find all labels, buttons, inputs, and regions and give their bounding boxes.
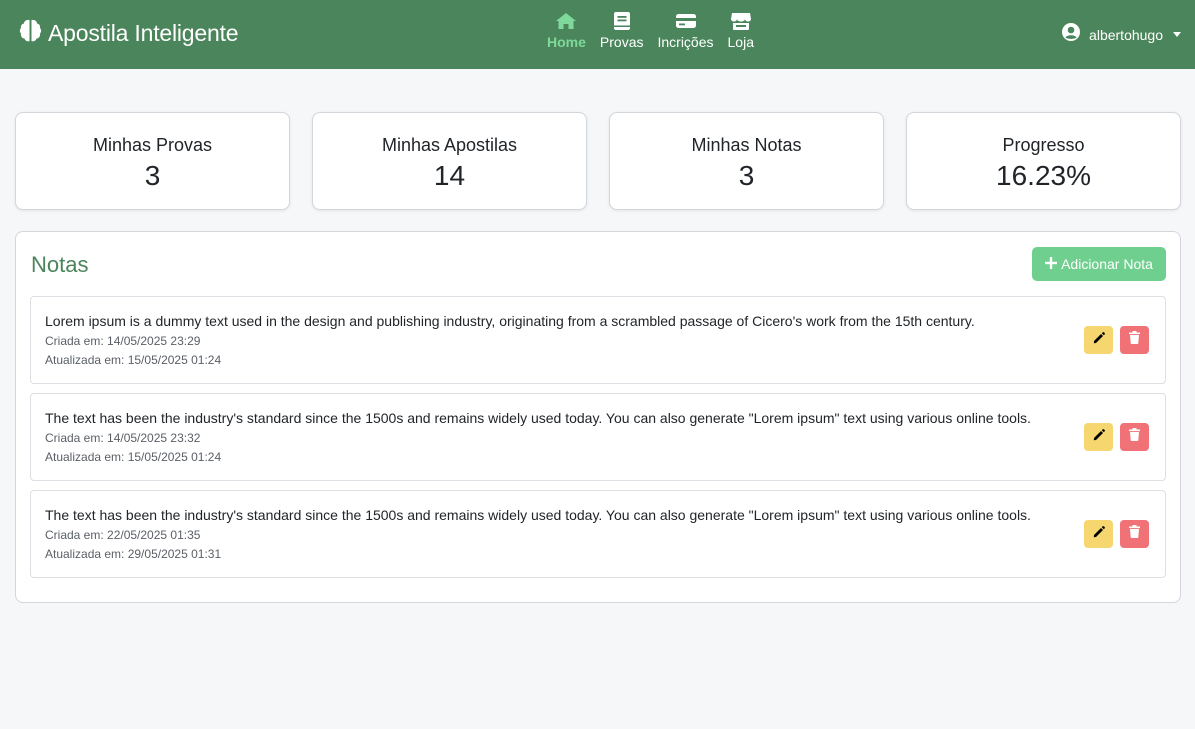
stat-value: 3 <box>738 160 755 191</box>
store-icon <box>730 10 752 32</box>
note-text: Lorem ipsum is a dummy text used in the … <box>45 313 975 329</box>
stat-value: 3 <box>144 160 161 191</box>
stat-title: Progresso <box>1002 135 1085 155</box>
nav-home-label: Home <box>547 34 586 50</box>
brand-name: Apostila Inteligente <box>48 19 239 46</box>
book-icon <box>613 10 631 32</box>
nav-home[interactable]: Home <box>540 10 593 50</box>
add-note-label: Adicionar Nota <box>1061 256 1153 272</box>
nav-inscricoes-label: Incrições <box>657 34 714 50</box>
stat-card-apostilas: Minhas Apostilas 14 <box>312 112 587 210</box>
edit-note-button[interactable] <box>1084 423 1113 451</box>
stat-value: 16.23% <box>996 160 1091 191</box>
note-updated: Atualizada em: 15/05/2025 01:24 <box>45 353 222 367</box>
plus-icon <box>1045 256 1058 272</box>
pencil-icon <box>1093 331 1105 349</box>
stat-card-progresso: Progresso 16.23% <box>906 112 1181 210</box>
nav-inscricoes[interactable]: Incrições <box>650 10 720 50</box>
note-updated: Atualizada em: 29/05/2025 01:31 <box>45 547 222 561</box>
card-icon <box>675 10 697 32</box>
stat-title: Minhas Provas <box>92 135 213 155</box>
trash-icon <box>1129 428 1140 446</box>
nav-loja[interactable]: Loja <box>721 10 761 50</box>
edit-note-button[interactable] <box>1084 326 1113 354</box>
caret-down-icon <box>1173 32 1181 37</box>
trash-icon <box>1129 525 1140 543</box>
pencil-icon <box>1093 428 1105 446</box>
note-created: Criada em: 14/05/2025 23:32 <box>45 431 201 445</box>
nav-loja-label: Loja <box>727 34 754 50</box>
user-circle-icon <box>1061 22 1081 47</box>
pencil-icon <box>1093 525 1105 543</box>
note-created: Criada em: 22/05/2025 01:35 <box>45 528 201 542</box>
nav-provas[interactable]: Provas <box>593 10 651 50</box>
delete-note-button[interactable] <box>1120 520 1149 548</box>
note-text: The text has been the industry's standar… <box>45 507 1031 523</box>
main-nav: Home Provas Incrições Loja <box>540 10 761 50</box>
edit-note-button[interactable] <box>1084 520 1113 548</box>
brand[interactable]: Apostila Inteligente <box>17 17 239 49</box>
stat-title: Minhas Notas <box>691 135 802 155</box>
note-text: The text has been the industry's standar… <box>45 410 1031 426</box>
note-created: Criada em: 14/05/2025 23:29 <box>45 334 201 348</box>
note-updated: Atualizada em: 15/05/2025 01:24 <box>45 450 222 464</box>
stat-value: 14 <box>433 160 466 191</box>
home-icon <box>555 10 577 32</box>
note-item: Lorem ipsum is a dummy text used in the … <box>30 296 1166 384</box>
delete-note-button[interactable] <box>1120 423 1149 451</box>
note-item: The text has been the industry's standar… <box>30 393 1166 481</box>
stat-card-provas: Minhas Provas 3 <box>15 112 290 210</box>
user-menu[interactable]: albertohugo <box>1061 22 1181 47</box>
trash-icon <box>1129 331 1140 349</box>
add-note-button[interactable]: Adicionar Nota <box>1032 247 1166 281</box>
stat-title: Minhas Apostilas <box>381 135 518 155</box>
navbar: Apostila Inteligente Home Provas Incriçõ… <box>0 0 1195 69</box>
stat-card-notas: Minhas Notas 3 <box>609 112 884 210</box>
notes-title: Notas <box>31 252 89 277</box>
user-name: albertohugo <box>1089 26 1163 43</box>
delete-note-button[interactable] <box>1120 326 1149 354</box>
brain-icon <box>17 17 44 49</box>
nav-provas-label: Provas <box>599 34 644 50</box>
notes-panel: Notas Adicionar Nota Lorem ipsum is a du… <box>15 231 1181 603</box>
note-item: The text has been the industry's standar… <box>30 490 1166 578</box>
